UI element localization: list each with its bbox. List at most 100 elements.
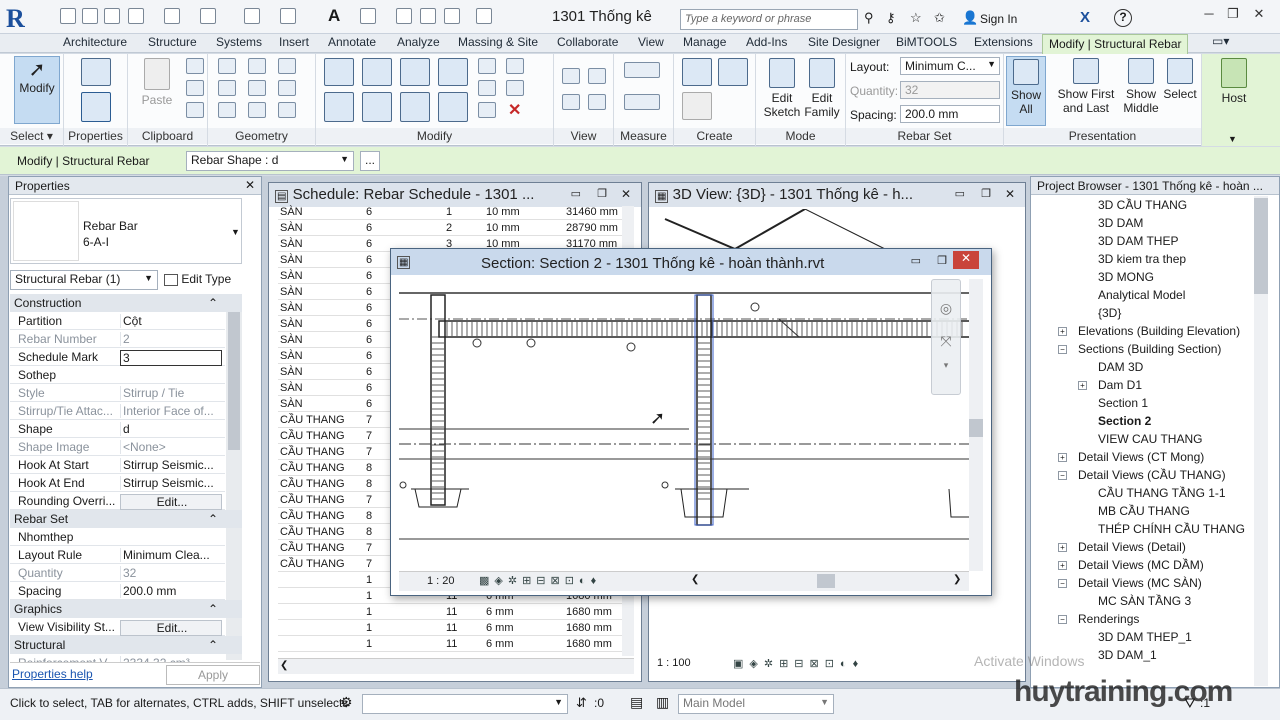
text-icon[interactable]: A bbox=[328, 6, 340, 26]
workset-select[interactable]: ▼ bbox=[362, 694, 568, 714]
communication-icon[interactable]: ☆ bbox=[910, 10, 922, 26]
cope-icon[interactable] bbox=[218, 58, 236, 74]
rotate-icon[interactable] bbox=[400, 92, 430, 122]
browser-node[interactable]: 3D DAM_1 bbox=[1098, 648, 1157, 662]
close-icon[interactable]: ✕ bbox=[1005, 187, 1015, 201]
edit-family-button[interactable]: Edit Family bbox=[802, 58, 842, 119]
property-value[interactable]: d bbox=[120, 422, 222, 436]
editing-requests-icon[interactable]: ⇵ bbox=[576, 695, 587, 711]
project-browser-scrollbar[interactable] bbox=[1254, 196, 1268, 686]
print-icon[interactable] bbox=[244, 8, 260, 24]
browser-node[interactable]: VIEW CAU THANG bbox=[1098, 432, 1202, 446]
mirror-draw-icon[interactable] bbox=[438, 58, 468, 86]
minimize-icon[interactable]: ▭ bbox=[955, 187, 965, 200]
section-icon[interactable] bbox=[396, 8, 412, 24]
section-scale[interactable]: 1 : 20 bbox=[427, 575, 455, 587]
split-gap-icon[interactable] bbox=[506, 58, 524, 74]
property-row[interactable]: Style Stirrup / Tie bbox=[10, 384, 225, 402]
schedule-row[interactable]: 1 11 6 mm 1680 mm bbox=[278, 604, 622, 620]
save-icon[interactable] bbox=[104, 8, 120, 24]
browser-node[interactable]: Analytical Model bbox=[1098, 288, 1185, 302]
create-similar-icon[interactable] bbox=[682, 92, 712, 120]
browser-node[interactable]: 3D MONG bbox=[1098, 270, 1154, 284]
filter-view-icon[interactable] bbox=[588, 94, 606, 110]
filter-icon[interactable]: ⛛ bbox=[1184, 695, 1196, 712]
scrollbar-thumb[interactable] bbox=[228, 310, 240, 450]
browser-node[interactable]: Elevations (Building Elevation) bbox=[1078, 324, 1240, 338]
measure-icon[interactable] bbox=[280, 8, 296, 24]
more-button[interactable]: ... bbox=[360, 151, 380, 171]
steering-wheel-icon[interactable]: ◎ bbox=[932, 300, 960, 317]
group-structural[interactable]: Structural ⌃ bbox=[10, 636, 242, 654]
cut-icon[interactable] bbox=[186, 58, 204, 74]
browser-node[interactable]: 3D DAM THEP bbox=[1098, 234, 1178, 248]
browser-node[interactable]: 3D kiem tra thep bbox=[1098, 252, 1186, 266]
remove-paint-icon[interactable] bbox=[278, 102, 296, 118]
close-hidden-icon[interactable] bbox=[444, 8, 460, 24]
browser-node[interactable]: Detail Views (MC SÀN) bbox=[1078, 576, 1202, 590]
section-vscroll[interactable] bbox=[969, 279, 983, 571]
property-value[interactable]: Edit... bbox=[120, 494, 222, 510]
browser-node[interactable]: 3D CẦU THANG bbox=[1098, 198, 1187, 212]
tab-systems[interactable]: Systems bbox=[216, 35, 262, 49]
properties-help-link[interactable]: Properties help bbox=[12, 667, 93, 681]
collapse-icon[interactable]: − bbox=[1058, 579, 1067, 588]
nav-menu-icon[interactable]: ▾ bbox=[932, 360, 960, 371]
property-value[interactable]: Stirrup / Tie bbox=[120, 386, 222, 400]
scrollbar-thumb[interactable] bbox=[1254, 198, 1268, 294]
property-row[interactable]: Partition Cột bbox=[10, 312, 225, 330]
browser-node[interactable]: Section 1 bbox=[1098, 396, 1148, 410]
browser-node[interactable]: Detail Views (CT Mong) bbox=[1078, 450, 1204, 464]
split-icon[interactable] bbox=[478, 58, 496, 74]
open-icon[interactable] bbox=[82, 8, 98, 24]
property-value[interactable]: 3 bbox=[120, 350, 222, 366]
beam-join-icon[interactable] bbox=[248, 102, 266, 118]
property-value[interactable]: Stirrup Seismic... bbox=[120, 476, 222, 490]
schedule-row[interactable]: 1 11 6 mm 1680 mm bbox=[278, 620, 622, 636]
browser-node[interactable]: Detail Views (MC DẦM) bbox=[1078, 558, 1204, 572]
3d-view-scale[interactable]: 1 : 100 bbox=[657, 657, 691, 669]
array-icon[interactable] bbox=[478, 80, 496, 96]
group-graphics[interactable]: Graphics ⌃ bbox=[10, 600, 242, 618]
tab-view[interactable]: View bbox=[638, 35, 664, 49]
close-icon[interactable]: ✕ bbox=[245, 178, 255, 192]
type-properties-icon[interactable] bbox=[81, 58, 111, 86]
thin-lines-icon[interactable] bbox=[420, 8, 436, 24]
exchange-icon[interactable]: X bbox=[1080, 9, 1090, 26]
property-value[interactable]: Edit... bbox=[120, 620, 222, 636]
collapse-icon[interactable]: − bbox=[1058, 615, 1067, 624]
property-row[interactable]: Rebar Number 2 bbox=[10, 330, 225, 348]
measure-between-icon[interactable] bbox=[624, 62, 660, 78]
trim-icon[interactable] bbox=[438, 92, 468, 122]
schedule-row[interactable]: 1 11 6 mm 1680 mm bbox=[278, 636, 622, 652]
property-row[interactable]: Shape Image <None> bbox=[10, 438, 225, 456]
browser-node[interactable]: Detail Views (Detail) bbox=[1078, 540, 1186, 554]
property-row[interactable]: Stirrup/Tie Attac... Interior Face of... bbox=[10, 402, 225, 420]
subscription-icon[interactable]: ⚷ bbox=[886, 10, 896, 26]
instance-filter-select[interactable]: Structural Rebar (1) ▼ bbox=[10, 270, 158, 290]
scroll-left-icon[interactable]: ❮ bbox=[691, 574, 699, 585]
3d-view-icon[interactable] bbox=[360, 8, 376, 24]
tab-insert[interactable]: Insert bbox=[279, 35, 309, 49]
tab-site-designer[interactable]: Site Designer bbox=[808, 35, 880, 49]
sign-in-link[interactable]: Sign In bbox=[980, 12, 1017, 26]
hscroll-thumb[interactable] bbox=[817, 574, 835, 588]
switch-windows-icon[interactable] bbox=[476, 8, 492, 24]
apply-button[interactable]: Apply bbox=[166, 665, 260, 685]
tab-bimtools[interactable]: BiMTOOLS bbox=[896, 35, 957, 49]
host-expand-icon[interactable]: ▼ bbox=[1228, 134, 1237, 144]
host-button[interactable]: Host bbox=[1214, 58, 1254, 105]
linework-icon[interactable] bbox=[562, 94, 580, 110]
show-all-button[interactable]: Show All bbox=[1006, 56, 1046, 126]
user-icon[interactable]: 👤 bbox=[962, 10, 978, 26]
view-control-bar-icons[interactable]: ▩◈✲⊞⊟⊠⊡◐♦ bbox=[479, 574, 601, 587]
group-rebar-set[interactable]: Rebar Set ⌃ bbox=[10, 510, 242, 528]
schedule-hscroll[interactable]: ❮ bbox=[278, 658, 634, 674]
property-row[interactable]: Hook At Start Stirrup Seismic... bbox=[10, 456, 225, 474]
browser-node[interactable]: CẦU THANG TẦNG 1-1 bbox=[1098, 486, 1226, 500]
browser-node[interactable]: Section 2 bbox=[1098, 414, 1151, 428]
redo-icon[interactable] bbox=[200, 8, 216, 24]
browser-node[interactable]: DAM 3D bbox=[1098, 360, 1143, 374]
browser-node[interactable]: {3D} bbox=[1098, 306, 1121, 320]
tab-manage[interactable]: Manage bbox=[683, 35, 726, 49]
